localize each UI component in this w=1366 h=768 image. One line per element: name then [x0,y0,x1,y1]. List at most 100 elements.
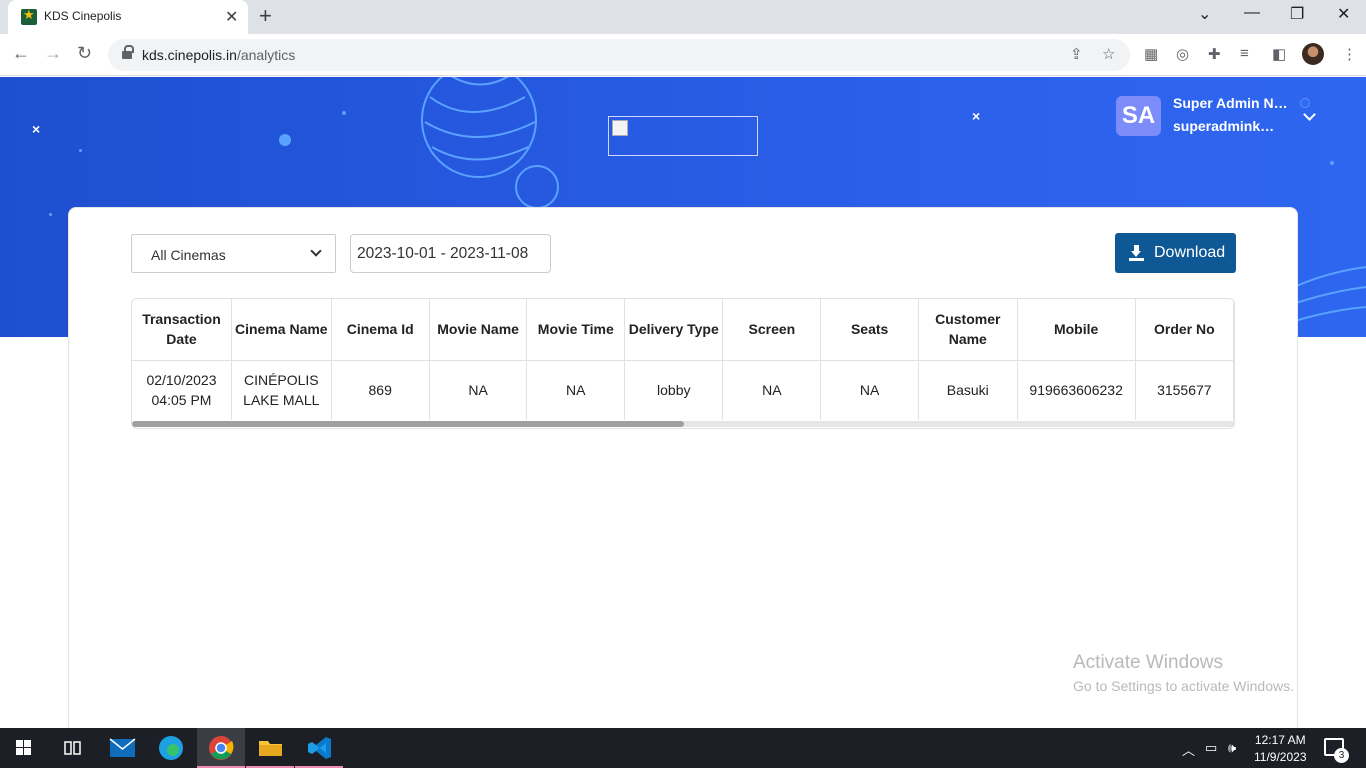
file-explorer-app[interactable] [246,728,294,768]
broken-logo-image [608,116,758,156]
browser-toolbar: ← → ↻ kds.cinepolis.in/analytics ⇪ ☆ ▦ ◎… [0,34,1366,76]
activate-windows-watermark: Activate Windows Go to Settings to activ… [1073,652,1294,694]
address-bar[interactable]: kds.cinepolis.in/analytics ⇪ ☆ [108,39,1130,71]
task-view-button[interactable] [48,728,96,768]
decoration-dot [342,111,346,115]
column-header: Movie Time [526,299,626,361]
clock-time: 12:17 AM [1254,733,1306,747]
mail-app[interactable] [98,728,146,768]
cinema-select-value: All Cinemas [151,247,226,263]
table-cell: lobby [624,360,724,420]
table-cell: 869 [331,360,430,420]
date-range-input[interactable] [350,234,551,273]
vscode-app[interactable] [295,728,343,768]
analytics-card: All Cinemas Download Transaction Date Ci… [68,207,1298,728]
lock-icon[interactable] [122,45,134,60]
cinema-select[interactable]: All Cinemas [131,234,336,273]
close-decoration-icon: × [32,121,41,137]
notification-count-badge: 3 [1334,748,1349,763]
back-button[interactable]: ← [12,43,30,64]
transactions-table-container: Transaction Date Cinema Name Cinema Id M… [131,298,1235,429]
mail-icon [109,738,136,757]
user-name: Super Admin Name [1173,95,1291,111]
user-avatar[interactable]: SA [1116,96,1161,136]
minimize-button[interactable]: — [1244,4,1260,22]
scrollbar-thumb[interactable] [132,421,684,427]
online-status-dot [1300,98,1310,108]
browser-menu-icon[interactable]: ⋮ [1342,45,1357,63]
column-header: Movie Name [429,299,528,361]
column-header: Delivery Type [624,299,724,361]
forward-button[interactable]: → [44,43,62,64]
column-header: Screen [722,299,822,361]
table-cell: NA [820,360,919,420]
tab-close-icon[interactable]: ✕ [225,7,238,27]
cinepolis-favicon-icon [21,7,37,25]
profile-avatar[interactable] [1302,43,1324,65]
decoration-dot [49,213,52,216]
chevron-down-icon [310,245,322,257]
show-hidden-icons-chevron-icon[interactable]: ︿ [1182,740,1195,759]
decoration-dot [1330,161,1334,165]
table-cell: NA [526,360,626,420]
window-close-button[interactable]: ✕ [1337,4,1350,24]
edge-app[interactable] [147,728,195,768]
extensions-puzzle-icon[interactable]: ✚ [1208,45,1221,63]
download-tray [1129,258,1144,261]
table-header-row: Transaction Date Cinema Name Cinema Id M… [132,299,1234,361]
column-header: Seats [820,299,919,361]
battery-icon[interactable]: ▭ [1205,740,1217,756]
extension-circle-icon[interactable]: ◎ [1176,45,1189,63]
decoration-dot [79,149,82,152]
column-header: Mobile [1017,299,1136,361]
table-cell: CINÉPOLIS LAKE MALL [231,360,332,420]
column-header: Cinema Id [331,299,430,361]
watermark-subtitle: Go to Settings to activate Windows. [1073,678,1294,694]
url-text[interactable]: kds.cinepolis.in/analytics [142,47,295,63]
bookmark-star-icon[interactable]: ☆ [1102,45,1115,63]
tab-search-icon[interactable]: ⌄ [1198,4,1211,24]
media-control-icon[interactable]: ≡ [1240,45,1249,62]
table-cell: NA [722,360,822,420]
table-cell: Basuki [918,360,1018,420]
download-button[interactable]: Download [1115,233,1236,273]
clock-date: 11/9/2023 [1254,750,1307,764]
share-icon[interactable]: ⇪ [1070,45,1083,63]
table-row: 02/10/2023 04:05 PM CINÉPOLIS LAKE MALL … [132,360,1234,420]
qr-code-icon[interactable]: ▦ [1144,45,1158,63]
download-label: Download [1154,244,1226,261]
chrome-app[interactable] [197,728,245,768]
chrome-icon [209,736,234,760]
transactions-table: Transaction Date Cinema Name Cinema Id M… [132,299,1234,420]
user-menu-chevron-icon[interactable] [1303,110,1315,122]
tab-title: KDS Cinepolis [44,9,122,23]
table-cell: NA [429,360,528,420]
url-host: kds.cinepolis.in [142,47,237,63]
horizontal-scrollbar[interactable] [132,421,1234,427]
column-header: Customer Name [918,299,1018,361]
browser-tabstrip: KDS Cinepolis ✕ + ⌄ — ❐ ✕ [0,0,1366,34]
column-header: Transaction Date [132,299,232,361]
user-email: superadminkds@cinepolis.in [1173,118,1279,134]
restore-button[interactable]: ❐ [1290,4,1304,24]
start-button[interactable] [0,728,48,768]
volume-icon[interactable]: 🕪 [1228,740,1236,756]
decoration-dot [279,134,291,146]
edge-icon [159,736,183,760]
side-panel-icon[interactable]: ◧ [1272,45,1286,63]
taskbar-clock[interactable]: 12:17 AM 11/9/2023 [1254,732,1307,766]
column-header: Order No [1135,299,1234,361]
new-tab-button[interactable]: + [259,3,272,29]
browser-tab[interactable]: KDS Cinepolis ✕ [8,0,248,34]
windows-logo-icon [16,740,31,755]
url-path: /analytics [236,47,296,63]
windows-taskbar: ︿ ▭ 🕪 12:17 AM 11/9/2023 3 [0,728,1366,768]
column-header: Cinema Name [231,299,332,361]
vscode-icon [308,737,331,759]
table-cell: 02/10/2023 04:05 PM [132,360,232,420]
folder-icon [259,741,282,756]
watermark-title: Activate Windows [1073,652,1223,673]
reload-button[interactable]: ↻ [77,43,92,64]
task-view-icon [64,741,81,755]
table-cell: 919663606232 [1017,360,1136,420]
